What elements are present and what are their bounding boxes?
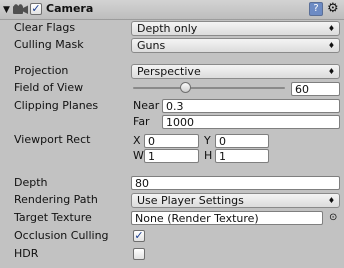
clear-flags-label: Clear Flags — [14, 21, 76, 34]
culling-mask-label: Culling Mask — [14, 38, 84, 51]
hdr-label: HDR — [14, 247, 39, 260]
help-icon[interactable]: ? — [309, 2, 323, 16]
projection-dropdown[interactable]: Perspective ♦ — [131, 64, 340, 79]
dropdown-arrow-icon: ♦ — [327, 196, 335, 205]
viewport-h-label: H — [204, 149, 213, 162]
component-title: Camera — [46, 2, 94, 15]
far-clip-input[interactable]: 1000 — [162, 115, 340, 129]
field-of-view-slider-track[interactable] — [133, 87, 285, 89]
field-of-view-input[interactable]: 60 — [291, 82, 340, 96]
viewport-x-input[interactable]: 0 — [144, 134, 199, 148]
gear-icon[interactable]: ⚙ — [327, 1, 339, 17]
component-enabled-checkbox[interactable]: ✓ — [30, 3, 42, 15]
projection-value: Perspective — [137, 65, 201, 78]
depth-label: Depth — [14, 176, 48, 189]
viewport-w-input[interactable]: 1 — [144, 149, 199, 163]
camera-icon — [13, 4, 28, 14]
viewport-w-label: W — [133, 149, 144, 162]
depth-input[interactable]: 80 — [131, 176, 340, 190]
projection-label: Projection — [14, 64, 69, 77]
viewport-y-input[interactable]: 0 — [215, 134, 269, 148]
check-icon: ✓ — [31, 2, 41, 15]
viewport-h-input[interactable]: 1 — [215, 149, 269, 163]
field-of-view-label: Field of View — [14, 81, 84, 94]
viewport-x-label: X — [133, 134, 141, 147]
near-clip-input[interactable]: 0.3 — [162, 99, 340, 113]
clipping-planes-label: Clipping Planes — [14, 99, 99, 112]
rendering-path-dropdown[interactable]: Use Player Settings ♦ — [131, 193, 340, 208]
target-texture-label: Target Texture — [14, 211, 92, 224]
target-texture-field[interactable]: None (Render Texture) — [131, 211, 323, 225]
far-label: Far — [133, 115, 150, 128]
viewport-rect-label: Viewport Rect — [14, 133, 91, 146]
dropdown-arrow-icon: ♦ — [327, 24, 335, 33]
dropdown-arrow-icon: ♦ — [327, 67, 335, 76]
field-of-view-slider-thumb[interactable] — [179, 82, 191, 93]
culling-mask-value: Guns — [137, 39, 166, 52]
clear-flags-dropdown[interactable]: Depth only ♦ — [131, 21, 340, 36]
clear-flags-value: Depth only — [137, 22, 198, 35]
rendering-path-label: Rendering Path — [14, 193, 98, 206]
near-label: Near — [133, 99, 160, 112]
dropdown-arrow-icon: ♦ — [327, 41, 335, 50]
rendering-path-value: Use Player Settings — [137, 194, 244, 207]
foldout-arrow-icon[interactable]: ▼ — [3, 2, 10, 18]
check-icon: ✓ — [134, 229, 144, 242]
hdr-checkbox[interactable] — [133, 248, 145, 260]
object-picker-icon[interactable]: ⊙ — [329, 210, 337, 226]
viewport-y-label: Y — [204, 134, 211, 147]
occlusion-culling-checkbox[interactable]: ✓ — [133, 230, 145, 242]
culling-mask-dropdown[interactable]: Guns ♦ — [131, 38, 340, 53]
occlusion-culling-label: Occlusion Culling — [14, 229, 109, 242]
